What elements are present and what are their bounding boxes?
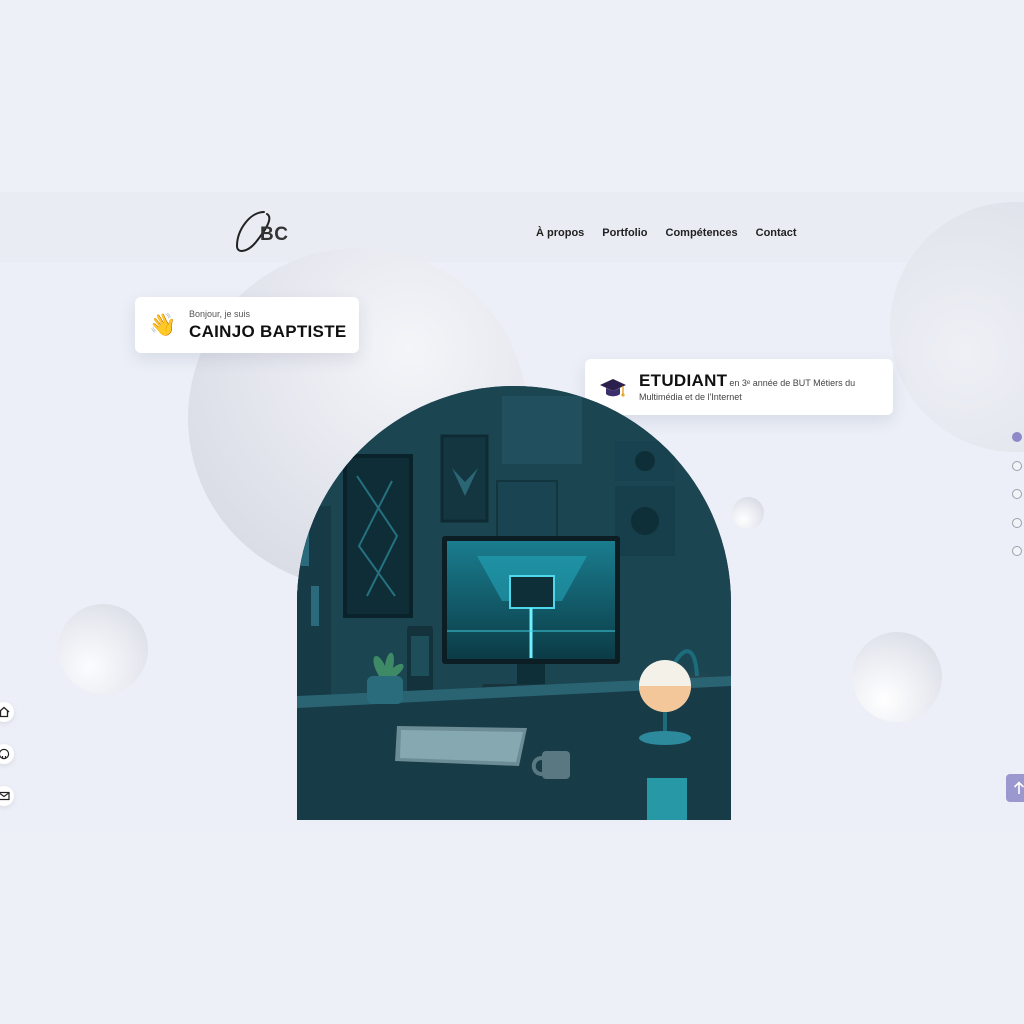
home-link[interactable] (0, 702, 14, 722)
main-nav: À propos Portfolio Compétences Contact (536, 227, 815, 239)
mail-icon (0, 791, 10, 801)
desk-scene-image (297, 386, 731, 820)
section-dot-4[interactable] (1012, 518, 1022, 528)
nav-link-competences[interactable]: Compétences (666, 227, 738, 239)
mail-link[interactable] (0, 786, 14, 806)
status-title-text: ETUDIANT (639, 371, 728, 390)
house-icon (0, 706, 10, 718)
arrow-up-icon (1013, 781, 1024, 794)
section-dot-1[interactable] (1012, 432, 1022, 442)
graduation-cap-icon (600, 379, 626, 397)
intro-card: 👋 Bonjour, je suis CAINJO BAPTISTE (135, 297, 359, 353)
decor-sphere-right-lower (852, 632, 942, 722)
waving-hand-icon: 👋 (149, 312, 177, 337)
decor-sphere-small (732, 497, 764, 529)
status-title: ETUDIANT en 3ᵉ année de BUT Métiers du (639, 371, 855, 391)
scroll-top-button[interactable] (1006, 774, 1024, 802)
site-logo[interactable]: BC (234, 208, 296, 254)
nav-link-portfolio[interactable]: Portfolio (602, 227, 647, 239)
intro-greeting: Bonjour, je suis (189, 309, 251, 319)
logo-text: BC (260, 224, 289, 245)
github-link[interactable] (0, 744, 14, 764)
section-dot-2[interactable] (1012, 461, 1022, 471)
section-dot-5[interactable] (1012, 546, 1022, 556)
decor-sphere-left (58, 604, 148, 694)
status-card: ETUDIANT en 3ᵉ année de BUT Métiers du Mu… (585, 359, 893, 415)
header-band (0, 192, 1024, 262)
site-viewport: BC À propos Portfolio Compétences Contac… (0, 192, 1024, 832)
nav-link-a-propos[interactable]: À propos (536, 227, 584, 239)
status-detail-1: en 3ᵉ année de BUT Métiers du (729, 378, 856, 388)
hero-illustration (297, 386, 731, 820)
github-icon (0, 748, 10, 760)
nav-link-contact[interactable]: Contact (756, 227, 797, 239)
section-dot-3[interactable] (1012, 489, 1022, 499)
status-detail-2: Multimédia et de l'Internet (639, 392, 742, 402)
intro-name: CAINJO BAPTISTE (189, 322, 347, 341)
